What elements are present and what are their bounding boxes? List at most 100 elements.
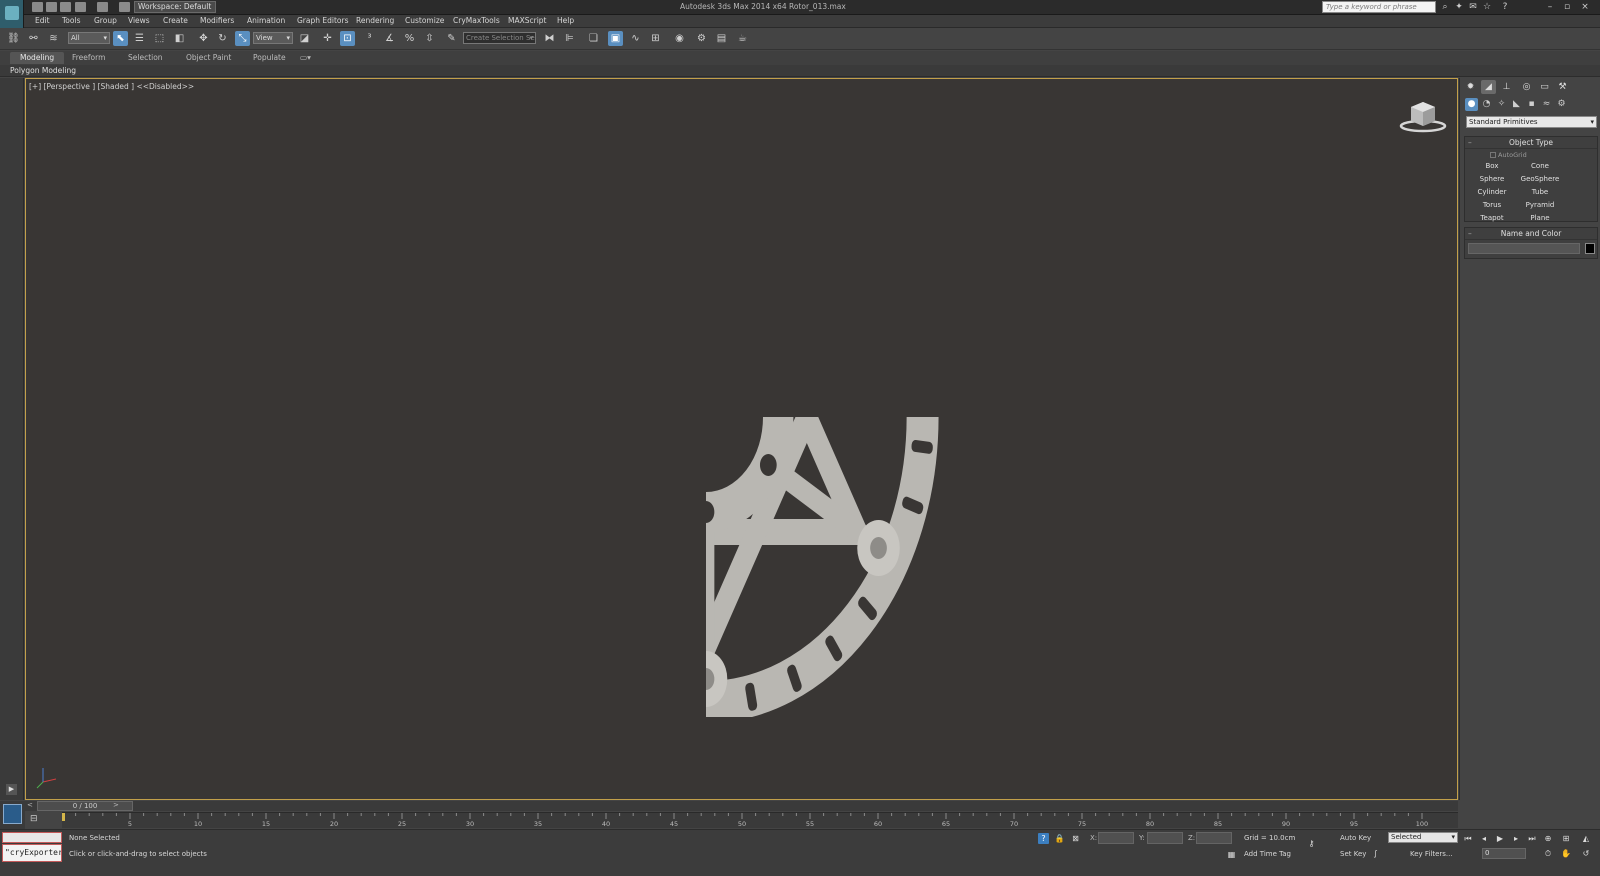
cone-button[interactable]: Cone [1517,161,1563,172]
maxscript-listener-input[interactable]: "cryExporter. [2,844,62,862]
perspective-viewport[interactable]: [+] [Perspective ] [Shaded ] <<Disabled>… [25,78,1458,800]
subscription-icon[interactable]: ✦ [1454,2,1464,12]
track-bar[interactable]: 5 10 15 20 25 30 35 40 45 50 55 60 65 70 75 80 85 90 95 100 [62,812,1458,828]
favorites-icon[interactable]: ☆ [1482,2,1492,12]
go-to-start-icon[interactable]: ⏮ [1462,833,1474,844]
align-icon[interactable]: ⊫ [562,31,577,46]
percent-snap-icon[interactable]: % [402,31,417,46]
keyboard-shortcut-override-icon[interactable]: ⊡ [340,31,355,46]
curve-editor-icon[interactable]: ∿ [628,31,643,46]
move-icon[interactable]: ✥ [196,31,211,46]
systems-icon[interactable]: ⚙ [1555,98,1568,111]
new-file-icon[interactable] [32,2,43,12]
teapot-button[interactable]: Teapot [1469,213,1515,224]
menu-help[interactable]: Help [557,16,574,25]
graphite-ribbon-icon[interactable]: ▣ [608,31,623,46]
isolate-selection-icon[interactable]: ? [1038,833,1049,844]
ribbon-toggle-icon[interactable]: ▭▾ [296,52,315,64]
menu-edit[interactable]: Edit [35,16,50,25]
polygon-modeling-label[interactable]: Polygon Modeling [10,66,76,75]
zoom-icon[interactable]: ⊕ [1542,833,1554,844]
motion-tab-icon[interactable]: ◎ [1519,80,1534,94]
lights-icon[interactable]: ✧ [1495,98,1508,111]
named-selection-set-dropdown[interactable]: Create Selection Se [463,32,536,44]
menu-crymaxtools[interactable]: CryMaxTools [453,16,500,25]
expand-arrow-icon[interactable]: ▶ [6,784,17,795]
go-to-end-icon[interactable]: ⏭ [1526,833,1538,844]
schematic-view-icon[interactable]: ⊞ [648,31,663,46]
selection-filter-dropdown[interactable]: All [68,32,110,44]
time-slider-right-icon[interactable]: > [113,801,119,809]
communication-center-icon[interactable]: ✉ [1468,2,1478,12]
minimize-icon[interactable]: – [1545,2,1555,12]
cylinder-button[interactable]: Cylinder [1469,187,1515,198]
workspace-dropdown[interactable]: Workspace: Default [134,1,216,13]
menu-create[interactable]: Create [163,16,188,25]
menu-group[interactable]: Group [94,16,117,25]
torus-button[interactable]: Torus [1469,200,1515,211]
menu-maxscript[interactable]: MAXScript [508,16,547,25]
previous-frame-icon[interactable]: ◂ [1478,833,1490,844]
pivot-center-icon[interactable]: ◪ [297,31,312,46]
current-frame-field[interactable]: 0 [1482,848,1526,859]
plane-button[interactable]: Plane [1517,213,1563,224]
track-view-icon[interactable]: ⊟ [30,814,44,826]
material-editor-icon[interactable]: ◉ [672,31,687,46]
key-mode-dropdown[interactable]: Selected [1388,832,1458,843]
select-by-name-icon[interactable]: ☰ [132,31,147,46]
time-slider-left-icon[interactable]: < [27,801,33,809]
auto-key-button[interactable]: Auto Key [1340,834,1371,842]
next-frame-icon[interactable]: ▸ [1510,833,1522,844]
key-filters-button[interactable]: Key Filters... [1410,850,1453,858]
cameras-icon[interactable]: ◣ [1510,98,1523,111]
sphere-button[interactable]: Sphere [1469,174,1515,185]
select-and-link-icon[interactable]: ⛓ [6,31,21,46]
helpers-icon[interactable]: ▪ [1525,98,1538,111]
time-tag-icon[interactable]: ▦ [1226,849,1237,860]
tab-freeform[interactable]: Freeform [62,52,115,64]
autogrid-checkbox[interactable]: AutoGrid [1490,151,1527,159]
maxscript-listener-top[interactable] [2,832,62,843]
search-icon[interactable]: ⌕ [1440,2,1450,12]
zoom-all-icon[interactable]: ⊞ [1560,833,1572,844]
pan-icon[interactable]: ✋ [1560,848,1572,859]
rendered-frame-window-icon[interactable]: ▤ [714,31,729,46]
modify-tab-icon[interactable]: ◢ [1481,80,1496,94]
object-type-header[interactable]: Object Type [1465,137,1597,149]
tab-populate[interactable]: Populate [243,52,296,64]
menu-rendering[interactable]: Rendering [356,16,394,25]
search-input[interactable]: Type a keyword or phrase [1322,1,1436,13]
bind-space-warp-icon[interactable]: ≋ [46,31,61,46]
window-crossing-icon[interactable]: ◧ [172,31,187,46]
spinner-snap-icon[interactable]: ⇳ [422,31,437,46]
object-name-input[interactable] [1468,243,1580,254]
snaps-toggle-icon[interactable]: ³ [362,31,377,46]
menu-views[interactable]: Views [128,16,150,25]
menu-animation[interactable]: Animation [247,16,285,25]
geometry-icon[interactable]: ● [1465,98,1478,111]
mirror-icon[interactable]: ⧓ [542,31,557,46]
geosphere-button[interactable]: GeoSphere [1517,174,1563,185]
viewport-label[interactable]: [+] [Perspective ] [Shaded ] <<Disabled>… [29,82,194,91]
field-of-view-icon[interactable]: ◭ [1580,833,1592,844]
object-color-swatch[interactable] [1585,243,1595,254]
add-time-tag[interactable]: Add Time Tag [1244,850,1291,858]
project-folder-icon[interactable] [119,2,130,12]
tab-object-paint[interactable]: Object Paint [176,52,241,64]
angle-snap-icon[interactable]: ∡ [382,31,397,46]
shapes-icon[interactable]: ◔ [1480,98,1493,111]
display-tab-icon[interactable]: ▭ [1537,80,1552,94]
time-slider[interactable]: < 0 / 100 > [25,801,1458,811]
absolute-mode-icon[interactable]: ⊠ [1070,833,1081,844]
render-production-icon[interactable]: ☕ [735,31,750,46]
tab-modeling[interactable]: Modeling [10,52,65,64]
redo-icon[interactable] [97,2,108,12]
menu-customize[interactable]: Customize [405,16,444,25]
select-object-icon[interactable]: ⬉ [113,31,128,46]
reference-coordinate-dropdown[interactable]: View [253,32,293,44]
layer-manager-icon[interactable]: ❏ [586,31,601,46]
mini-listener-icon[interactable] [3,804,22,824]
brake-rotor-model[interactable] [466,117,946,717]
play-icon[interactable]: ▶ [1494,833,1506,844]
help-icon[interactable]: ? [1500,2,1510,12]
